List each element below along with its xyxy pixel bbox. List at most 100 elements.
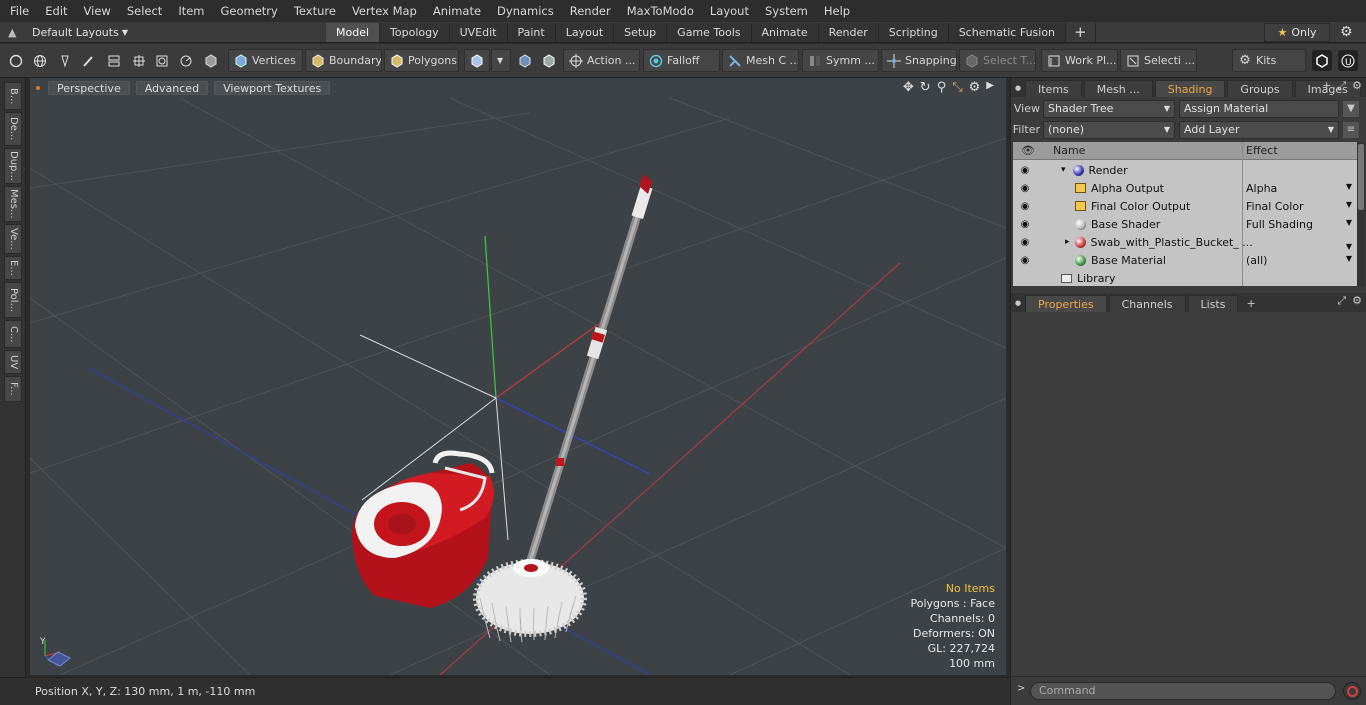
left-tab-3[interactable]: Mes... [4, 186, 22, 222]
unity-icon[interactable] [1312, 50, 1332, 71]
menu-item-edit[interactable]: Edit [37, 0, 75, 22]
collapse-icon[interactable]: ▸ [1065, 237, 1070, 247]
visibility-eye-icon[interactable]: ◉ [1017, 219, 1033, 230]
tab-shading[interactable]: Shading [1154, 80, 1226, 97]
menu-item-dynamics[interactable]: Dynamics [489, 0, 562, 22]
tab-lists[interactable]: Lists [1187, 295, 1239, 312]
record-icon[interactable] [1343, 682, 1361, 700]
tab-setup[interactable]: Setup [614, 23, 668, 42]
shader-tree-scrollbar[interactable] [1357, 142, 1365, 286]
select-through-button[interactable]: Select T... [959, 49, 1036, 72]
boundary-button[interactable]: Boundary [305, 49, 382, 72]
fit-view-icon[interactable]: ⤡ [952, 80, 962, 95]
command-input[interactable]: Command [1030, 682, 1336, 700]
panel-gear-icon[interactable]: ⚙ [1352, 294, 1362, 308]
menu-item-view[interactable]: View [76, 0, 119, 22]
effect-column-header[interactable]: Effect [1246, 144, 1278, 157]
menu-item-texture[interactable]: Texture [286, 0, 344, 22]
tab-render[interactable]: Render [818, 23, 879, 42]
symmetry-button[interactable]: Symm ... [802, 49, 879, 72]
vertices-button[interactable]: Vertices [228, 49, 303, 72]
tab-channels[interactable]: Channels [1108, 295, 1186, 312]
assign-material-button[interactable]: Assign Material [1179, 99, 1339, 118]
menu-item-select[interactable]: Select [119, 0, 170, 22]
home-icon[interactable]: ▲ [8, 26, 22, 39]
shader-tree-row[interactable]: ◉ Base Shader Full Shading ▼ [1013, 215, 1357, 233]
zoom-view-icon[interactable]: ⚲ [937, 80, 947, 95]
tab-mesh-[interactable]: Mesh ... [1083, 80, 1153, 97]
shader-tree-row-effect[interactable]: Full Shading ▼ [1244, 218, 1356, 231]
list-options-icon[interactable]: ≡ [1343, 121, 1359, 138]
left-tab-6[interactable]: Pol... [4, 282, 22, 318]
viewport-canvas[interactable]: Y [30, 78, 1006, 675]
tab-paint[interactable]: Paint [507, 23, 556, 42]
snapping-button[interactable]: Snapping [881, 49, 957, 72]
shader-tree-row-effect[interactable]: Alpha ▼ [1244, 182, 1356, 195]
mop-model[interactable] [473, 174, 653, 643]
transform-icon[interactable] [129, 50, 149, 71]
shader-tree-row[interactable]: ◉ ▸ Swab_with_Plastic_Bucket_ ... ▼ [1013, 233, 1357, 252]
visibility-eye-icon[interactable]: ◉ [1017, 255, 1033, 266]
shader-tree-row-effect[interactable]: (all) ▼ [1244, 254, 1356, 267]
maximize-icon[interactable]: ⤢ [1337, 294, 1346, 308]
menu-item-layout[interactable]: Layout [702, 0, 757, 22]
material-mode-button[interactable] [464, 49, 490, 72]
tab-scripting[interactable]: Scripting [878, 23, 949, 42]
expand-icon[interactable]: ▾ [1061, 165, 1066, 175]
left-tab-2[interactable]: Dup... [4, 148, 22, 184]
bucket-model[interactable] [351, 450, 495, 608]
visibility-eye-icon[interactable]: ◉ [1017, 183, 1033, 194]
left-tab-5[interactable]: E... [4, 256, 22, 280]
polygons-button[interactable]: Polygons [384, 49, 459, 72]
shader-tree-row[interactable]: Library [1013, 269, 1357, 287]
tab-animate[interactable]: Animate [751, 23, 819, 42]
panel-menu-dot[interactable]: ● [1011, 84, 1025, 92]
name-column-header[interactable]: Name [1053, 144, 1085, 157]
viewport-viewport-textures-button[interactable]: Viewport Textures [214, 81, 331, 95]
filter-select[interactable]: (none) ▼ [1043, 120, 1175, 139]
tab-model[interactable]: Model [326, 23, 381, 42]
left-tab-4[interactable]: Ve... [4, 224, 22, 254]
shader-tree-row[interactable]: ◉ ▾ Render [1013, 161, 1357, 179]
maximize-icon[interactable]: ⤢ [1337, 79, 1346, 93]
shader-tree-row[interactable]: ◉ Alpha Output Alpha ▼ [1013, 179, 1357, 197]
shader-tree-row[interactable]: ◉ Final Color Output Final Color ▼ [1013, 197, 1357, 215]
left-tab-7[interactable]: C... [4, 320, 22, 348]
globe-icon[interactable] [30, 50, 50, 71]
brush-icon[interactable] [78, 50, 98, 71]
only-toggle[interactable]: ★ Only [1264, 23, 1330, 42]
visibility-eye-icon[interactable]: ◉ [1017, 237, 1033, 248]
snap-box-icon[interactable] [152, 50, 172, 71]
add-tab-icon[interactable]: + [1322, 79, 1331, 93]
circle-select-icon[interactable] [6, 50, 26, 71]
rotate-icon[interactable] [176, 50, 196, 71]
left-tab-1[interactable]: De... [4, 112, 22, 146]
menu-item-geometry[interactable]: Geometry [213, 0, 286, 22]
tab-uvedit[interactable]: UVEdit [449, 23, 508, 42]
viewport-advanced-button[interactable]: Advanced [135, 81, 209, 95]
unreal-icon[interactable]: U [1338, 50, 1358, 71]
move-view-icon[interactable]: ✥ [903, 80, 914, 95]
left-tab-8[interactable]: UV [4, 350, 22, 374]
shader-tree-row[interactable]: ◉ Base Material (all) ▼ [1013, 251, 1357, 269]
align-icon[interactable] [104, 50, 124, 71]
visibility-eye-icon[interactable]: ◉ [1017, 165, 1033, 176]
panel-gear-icon[interactable]: ⚙ [1352, 79, 1362, 93]
gear-icon[interactable]: ⚙ [1340, 24, 1353, 40]
funnel-icon[interactable]: ▼ [1343, 100, 1359, 117]
menu-item-help[interactable]: Help [816, 0, 858, 22]
viewport-menu-dot[interactable] [36, 86, 40, 90]
shader-tree-row-effect[interactable]: Final Color ▼ [1244, 200, 1356, 213]
menu-item-system[interactable]: System [757, 0, 816, 22]
left-tab-0[interactable]: B... [4, 82, 22, 110]
expand-command-icon[interactable]: > [1017, 683, 1025, 694]
viewport-gear-icon[interactable]: ⚙ [969, 80, 981, 95]
add-tab-icon[interactable]: + [1066, 23, 1096, 42]
menu-item-vertex-map[interactable]: Vertex Map [344, 0, 425, 22]
item-mode-icon[interactable] [201, 50, 221, 71]
rotate-view-icon[interactable]: ↻ [920, 80, 931, 95]
selection-sets-button[interactable]: Selecti ... [1120, 49, 1197, 72]
viewport-perspective-button[interactable]: Perspective [48, 81, 130, 95]
work-plane-button[interactable]: Work Pl... [1041, 49, 1118, 72]
visibility-eye-icon[interactable]: ◉ [1017, 201, 1033, 212]
